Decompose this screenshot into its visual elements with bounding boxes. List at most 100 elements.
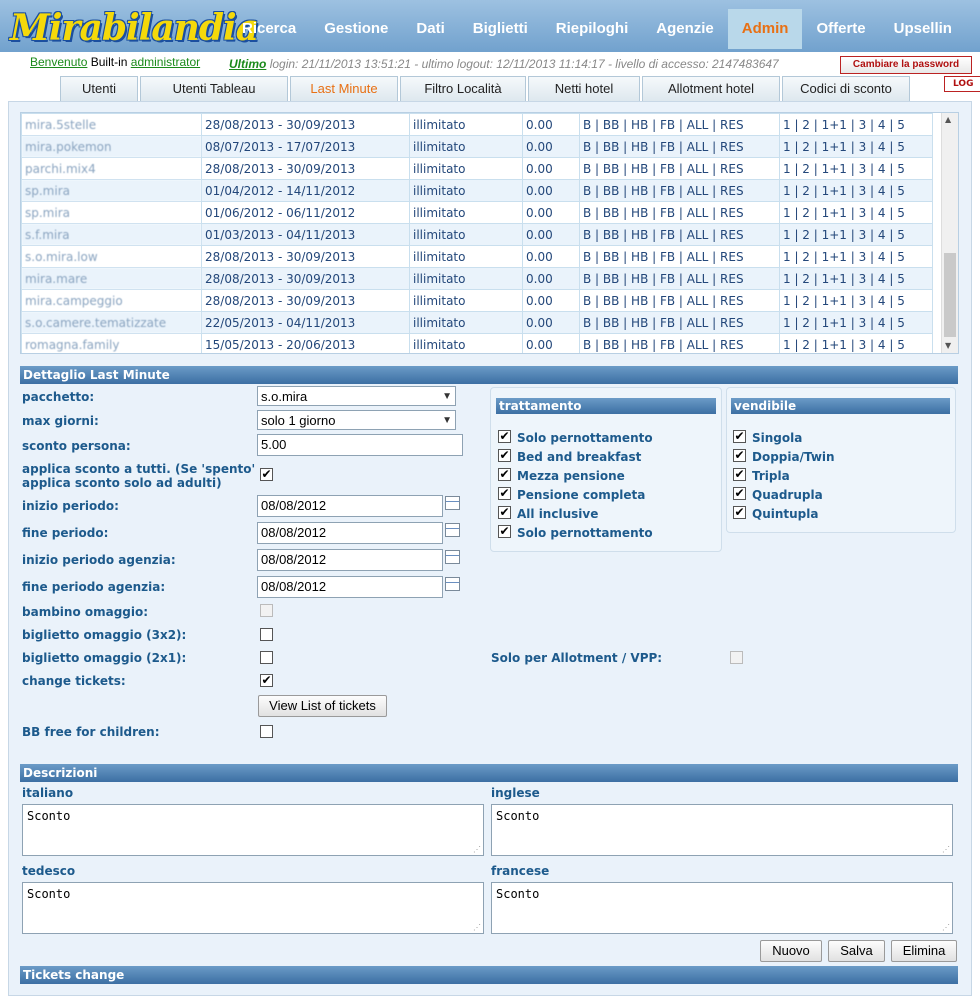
ultimo-link[interactable]: Ultimo	[229, 57, 266, 71]
biglietto-3x2-checkbox[interactable]	[260, 628, 273, 641]
change-tickets-checkbox[interactable]: ✔	[260, 674, 273, 687]
logout-button[interactable]: LOG	[944, 76, 980, 92]
cell-period: 28/08/2013 - 30/09/2013	[201, 245, 410, 268]
resize-grip-icon[interactable]: ⋰	[942, 923, 950, 932]
cell-rooms: 1 | 2 | 1+1 | 3 | 4 | 5	[779, 289, 933, 312]
trattamento-checkbox-1[interactable]: ✔	[498, 430, 511, 443]
calendar-icon[interactable]	[445, 577, 460, 591]
table-row[interactable]: mira.pokemon 08/07/2013 - 17/07/2013 illim…	[21, 135, 933, 158]
vendibile-checkbox-4[interactable]: ✔	[733, 487, 746, 500]
table-row[interactable]: s.f.mira 01/03/2013 - 04/11/2013 illimitat…	[21, 223, 933, 246]
trattamento-checkbox-5[interactable]: ✔	[498, 506, 511, 519]
scroll-thumb[interactable]	[944, 253, 956, 337]
nuovo-button[interactable]: Nuovo	[760, 940, 822, 962]
inizio-periodo-label: inizio periodo:	[22, 499, 119, 513]
cell-rooms: 1 | 2 | 1+1 | 3 | 4 | 5	[779, 333, 933, 353]
descrizioni-header: Descrizioni	[20, 764, 958, 782]
tab-netti-hotel[interactable]: Netti hotel	[528, 76, 640, 102]
login-info: Ultimo login: 21/11/2013 13:51:21 - ulti…	[229, 57, 779, 71]
salva-button[interactable]: Salva	[828, 940, 885, 962]
scroll-up-icon[interactable]: ▲	[945, 115, 951, 124]
vendibile-checkbox-3[interactable]: ✔	[733, 468, 746, 481]
vendibile-label-5: Quintupla	[752, 507, 819, 521]
nav-admin[interactable]: Admin	[727, 9, 803, 49]
tab-utenti-tableau[interactable]: Utenti Tableau	[140, 76, 288, 102]
nav-biglietti[interactable]: Biglietti	[459, 9, 542, 49]
tab-utenti[interactable]: Utenti	[60, 76, 138, 102]
cell-name: mira.campeggio	[21, 289, 202, 312]
inizio-periodo-agenzia-input[interactable]: 08/08/2012	[257, 549, 443, 571]
nav-dati[interactable]: Dati	[402, 9, 458, 49]
mirabilandia-logo[interactable]: Mirabilandia	[10, 4, 259, 52]
max-giorni-select[interactable]: solo 1 giorno ▼	[257, 410, 456, 430]
inizio-periodo-input[interactable]: 08/08/2012	[257, 495, 443, 517]
table-row[interactable]: romagna.family 15/05/2013 - 20/06/2013 ill…	[21, 333, 933, 353]
vendibile-checkbox-5[interactable]: ✔	[733, 506, 746, 519]
resize-grip-icon[interactable]: ⋰	[942, 845, 950, 854]
cell-name: mira.pokemon	[21, 135, 202, 158]
nav-offerte[interactable]: Offerte	[802, 9, 879, 49]
table-row[interactable]: mira.campeggio 28/08/2013 - 30/09/2013 ill…	[21, 289, 933, 312]
table-row[interactable]: mira.mare 28/08/2013 - 30/09/2013 illimita…	[21, 267, 933, 290]
nav-agenzie[interactable]: Agenzie	[642, 9, 728, 49]
cell-period: 01/06/2012 - 06/11/2012	[201, 201, 410, 224]
view-list-tickets-button[interactable]: View List of tickets	[258, 695, 387, 717]
table-row[interactable]: s.o.mira.low 28/08/2013 - 30/09/2013 illim…	[21, 245, 933, 268]
vendibile-checkbox-1[interactable]: ✔	[733, 430, 746, 443]
tab-filtro-localita[interactable]: Filtro Località	[400, 76, 526, 102]
table-row[interactable]: sp.mira 01/04/2012 - 14/11/2012 illimitato…	[21, 179, 933, 202]
cell-rooms: 1 | 2 | 1+1 | 3 | 4 | 5	[779, 311, 933, 334]
francese-textarea[interactable]: Sconto ⋰	[491, 882, 953, 934]
nav-upselling[interactable]: Upsellin	[880, 9, 966, 49]
calendar-icon[interactable]	[445, 523, 460, 537]
bb-free-label: BB free for children:	[22, 725, 160, 739]
tab-codici-sconto[interactable]: Codici di sconto	[782, 76, 910, 102]
biglietto-2x1-checkbox[interactable]	[260, 651, 273, 664]
table-row[interactable]: s.o.camere.tematizzate 22/05/2013 - 04/11…	[21, 311, 933, 334]
vendibile-checkbox-2[interactable]: ✔	[733, 449, 746, 462]
grid-scrollbar[interactable]: ▲ ▼	[941, 113, 958, 353]
admin-tabs: Utenti Utenti Tableau Last Minute Filtro…	[60, 76, 912, 102]
welcome-link[interactable]: Benvenuto	[30, 55, 87, 69]
trattamento-checkbox-2[interactable]: ✔	[498, 449, 511, 462]
inglese-textarea[interactable]: Sconto ⋰	[491, 804, 953, 856]
user-link[interactable]: administrator	[131, 55, 200, 69]
fine-periodo-agenzia-input[interactable]: 08/08/2012	[257, 576, 443, 598]
tedesco-value: Sconto	[27, 887, 71, 901]
italiano-textarea[interactable]: Sconto ⋰	[22, 804, 484, 856]
francese-label: francese	[491, 864, 550, 878]
tab-allotment-hotel[interactable]: Allotment hotel	[642, 76, 780, 102]
cell-period: 01/04/2012 - 14/11/2012	[201, 179, 410, 202]
fine-periodo-agenzia-label: fine periodo agenzia:	[22, 580, 166, 594]
table-row[interactable]: mira.5stelle 28/08/2013 - 30/09/2013 illim…	[21, 113, 933, 136]
vendibile-label-2: Doppia/Twin	[752, 450, 835, 464]
applica-checkbox[interactable]: ✔	[260, 468, 273, 481]
tedesco-textarea[interactable]: Sconto ⋰	[22, 882, 484, 934]
table-row[interactable]: sp.mira 01/06/2012 - 06/11/2012 illimitato…	[21, 201, 933, 224]
cell-value: 0.00	[522, 113, 580, 136]
bb-free-checkbox[interactable]	[260, 725, 273, 738]
calendar-icon[interactable]	[445, 496, 460, 510]
trattamento-checkbox-4[interactable]: ✔	[498, 487, 511, 500]
resize-grip-icon[interactable]: ⋰	[473, 845, 481, 854]
sconto-input[interactable]: 5.00	[257, 434, 463, 456]
cell-rooms: 1 | 2 | 1+1 | 3 | 4 | 5	[779, 135, 933, 158]
table-row[interactable]: parchi.mix4 28/08/2013 - 30/09/2013 illimi…	[21, 157, 933, 180]
nav-gestione[interactable]: Gestione	[310, 9, 402, 49]
trattamento-checkbox-6[interactable]: ✔	[498, 525, 511, 538]
nav-riepiloghi[interactable]: Riepiloghi	[542, 9, 643, 49]
elimina-button[interactable]: Elimina	[891, 940, 957, 962]
cell-name: romagna.family	[21, 333, 202, 353]
change-password-button[interactable]: Cambiare la password	[840, 56, 972, 74]
cell-rooms: 1 | 2 | 1+1 | 3 | 4 | 5	[779, 245, 933, 268]
tab-last-minute[interactable]: Last Minute	[290, 76, 398, 102]
nav-ricerca[interactable]: Ricerca	[228, 9, 310, 49]
resize-grip-icon[interactable]: ⋰	[473, 923, 481, 932]
scroll-down-icon[interactable]: ▼	[945, 341, 951, 350]
fine-periodo-input[interactable]: 08/08/2012	[257, 522, 443, 544]
tickets-change-header: Tickets change	[20, 966, 958, 984]
trattamento-label-5: All inclusive	[517, 507, 599, 521]
pacchetto-select[interactable]: s.o.mira ▼	[257, 386, 456, 406]
calendar-icon[interactable]	[445, 550, 460, 564]
trattamento-checkbox-3[interactable]: ✔	[498, 468, 511, 481]
